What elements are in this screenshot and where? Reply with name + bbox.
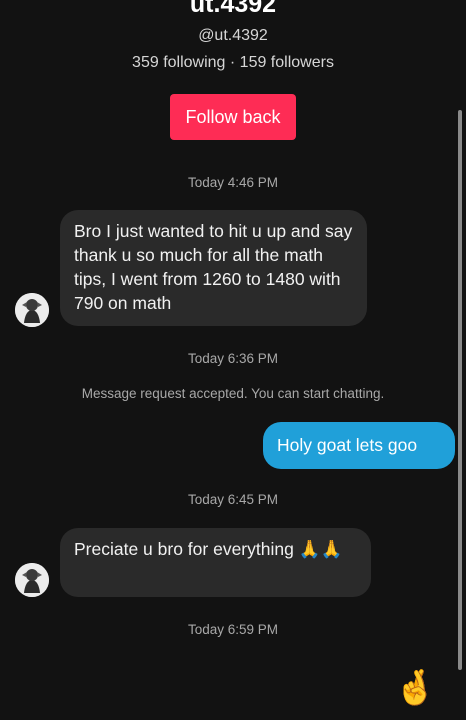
system-message: Message request accepted. You can start …	[81, 386, 385, 401]
message-bubble-incoming[interactable]: Bro I just wanted to hit u up and say th…	[60, 210, 367, 326]
avatar[interactable]	[15, 293, 49, 327]
avatar-icon	[15, 563, 49, 597]
crossed-fingers-emoji[interactable]: 🤞	[394, 668, 436, 708]
avatar[interactable]	[15, 563, 49, 597]
timestamp: Today 4:46 PM	[187, 175, 279, 190]
message-bubble-incoming[interactable]: Preciate u bro for everything 🙏🙏	[60, 528, 371, 597]
timestamp: Today 6:59 PM	[187, 622, 279, 637]
scrollbar[interactable]	[458, 110, 462, 670]
timestamp: Today 6:45 PM	[187, 492, 279, 507]
profile-name: ut.4392	[189, 0, 277, 18]
avatar-icon	[15, 293, 49, 327]
follow-back-button[interactable]: Follow back	[170, 94, 296, 140]
message-bubble-outgoing[interactable]: Holy goat lets goo	[263, 422, 455, 469]
timestamp: Today 6:36 PM	[187, 351, 279, 366]
profile-stats: 359 following · 159 followers	[132, 54, 334, 71]
profile-handle: @ut.4392	[198, 27, 268, 44]
